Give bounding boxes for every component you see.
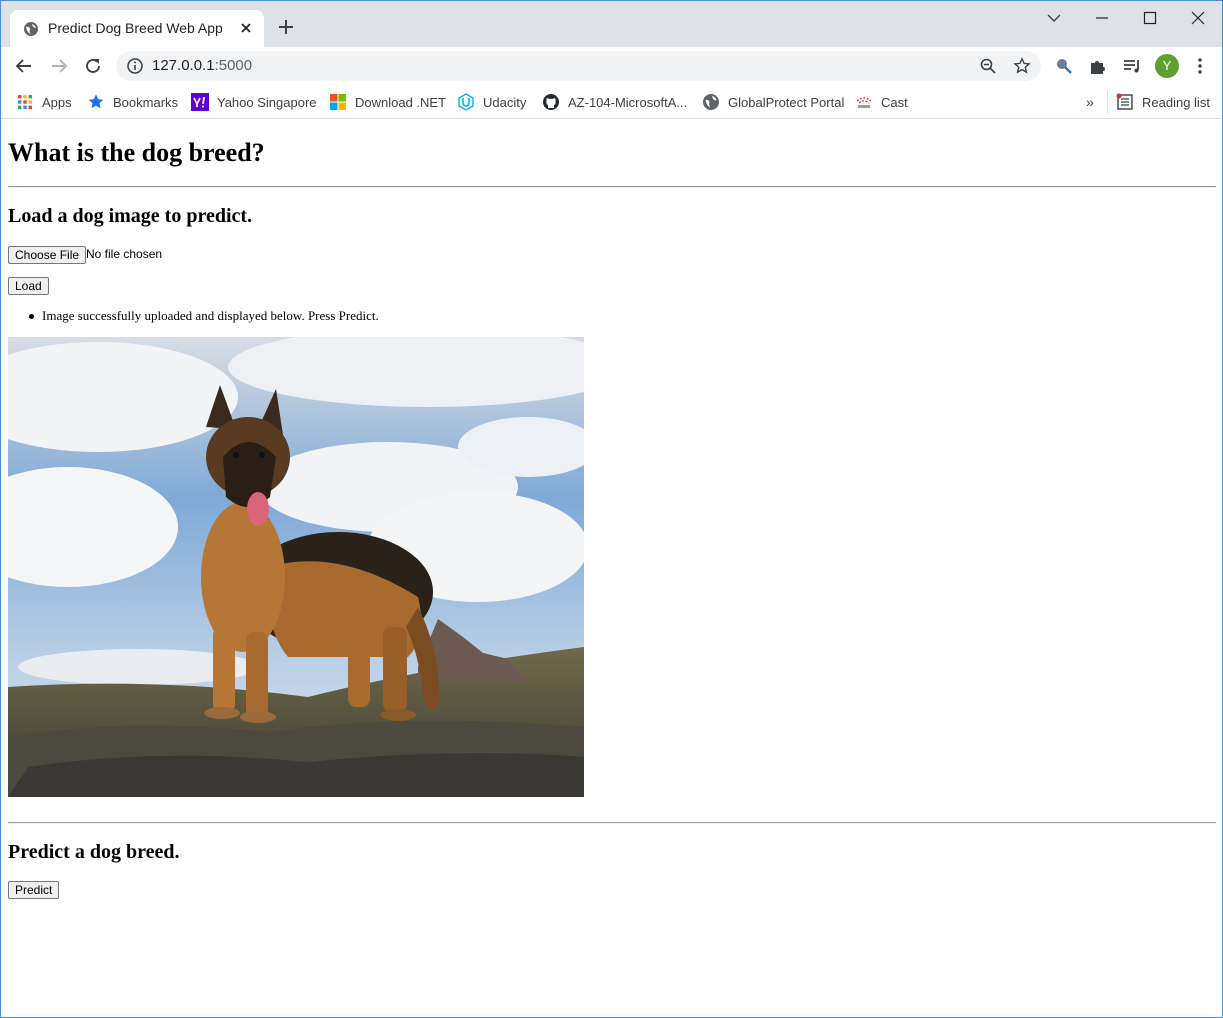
media-queue-icon[interactable] — [1121, 55, 1143, 77]
bookmark-label: Download .NET — [355, 94, 447, 110]
browser-window: Predict Dog Breed Web App 127.0.0.1:5000… — [0, 0, 1223, 1018]
site-info-icon[interactable] — [126, 57, 144, 75]
bookmark-download-net[interactable]: Download .NET — [329, 91, 446, 113]
page-content: What is the dog breed? Load a dog image … — [1, 120, 1222, 1017]
upload-status-message: Image successfully uploaded and displaye… — [42, 308, 379, 323]
bookmark-label: Udacity — [483, 94, 527, 110]
globe-icon — [703, 94, 719, 110]
page-title: What is the dog breed? — [8, 138, 265, 167]
bookmarks-bar: Apps Bookmarks Yahoo Singapore Download … — [1, 85, 1222, 119]
load-section-heading: Load a dog image to predict. — [8, 205, 253, 227]
more-bookmarks-chevron[interactable]: » — [1086, 91, 1094, 113]
apps-grid-icon — [18, 95, 32, 109]
udacity-icon — [458, 93, 474, 111]
bookmark-label: Bookmarks — [113, 94, 179, 110]
load-button[interactable]: Load — [8, 277, 49, 295]
browser-tab[interactable]: Predict Dog Breed Web App — [10, 10, 264, 47]
list-bullet — [29, 314, 34, 319]
star-icon — [88, 94, 104, 109]
reload-icon[interactable] — [82, 55, 104, 77]
bookmark-star-icon[interactable] — [1013, 57, 1031, 75]
new-tab-icon[interactable] — [277, 18, 295, 36]
github-icon — [543, 94, 559, 110]
bookmark-yahoo-singapore[interactable]: Yahoo Singapore — [191, 91, 317, 113]
divider — [8, 186, 1216, 188]
predict-section-heading: Predict a dog breed. — [8, 841, 180, 863]
reading-list-label: Reading list — [1142, 94, 1210, 110]
bookmark-label: Apps — [42, 94, 72, 110]
minimize-icon[interactable] — [1091, 7, 1113, 29]
file-status-text: No file chosen — [86, 247, 163, 261]
predict-button[interactable]: Predict — [8, 881, 60, 899]
windows-logo-icon — [330, 94, 346, 110]
puzzle-extensions-icon[interactable] — [1087, 55, 1109, 77]
bookmark-label: GlobalProtect Portal — [728, 94, 845, 110]
globe-icon — [24, 22, 38, 36]
bookmark-apps[interactable]: Apps — [16, 91, 72, 113]
bookmark-globalprotect[interactable]: GlobalProtect Portal — [702, 91, 844, 113]
url-text[interactable]: 127.0.0.1:5000 — [152, 57, 252, 74]
tab-title: Predict Dog Breed Web App — [48, 20, 223, 36]
profile-avatar[interactable]: Y — [1155, 54, 1179, 78]
bookmarks-divider — [1107, 91, 1108, 113]
bookmark-label: Cast — [881, 94, 908, 110]
divider — [8, 822, 1216, 824]
address-bar[interactable]: 127.0.0.1:5000 — [116, 51, 1041, 81]
close-window-icon[interactable] — [1187, 7, 1209, 29]
browser-toolbar: 127.0.0.1:5000 Y — [1, 47, 1222, 85]
extension-search-icon[interactable] — [1053, 55, 1075, 77]
maximize-icon[interactable] — [1139, 7, 1161, 29]
reading-list-icon — [1116, 93, 1133, 110]
forward-arrow-icon[interactable] — [48, 55, 70, 77]
cast-icon — [856, 97, 872, 108]
bookmark-udacity[interactable]: Udacity — [457, 91, 526, 113]
choose-file-button[interactable]: Choose File — [8, 246, 87, 264]
bookmark-cast[interactable]: Cast — [855, 91, 908, 113]
kebab-menu-icon[interactable] — [1189, 55, 1211, 77]
bookmark-label: AZ-104-MicrosoftA... — [568, 94, 688, 110]
bookmark-label: Yahoo Singapore — [217, 94, 317, 110]
zoom-icon[interactable] — [979, 57, 997, 75]
reading-list-button[interactable]: Reading list — [1116, 91, 1210, 113]
tab-strip: Predict Dog Breed Web App — [1, 1, 1222, 47]
uploaded-dog-image — [8, 337, 584, 797]
back-arrow-icon[interactable] — [13, 55, 35, 77]
close-tab-icon[interactable] — [238, 20, 254, 36]
tab-search-icon[interactable] — [1043, 7, 1065, 29]
yahoo-icon — [191, 93, 209, 111]
bookmark-bookmarks[interactable]: Bookmarks — [87, 91, 178, 113]
bookmark-az-104[interactable]: AZ-104-MicrosoftA... — [542, 91, 687, 113]
